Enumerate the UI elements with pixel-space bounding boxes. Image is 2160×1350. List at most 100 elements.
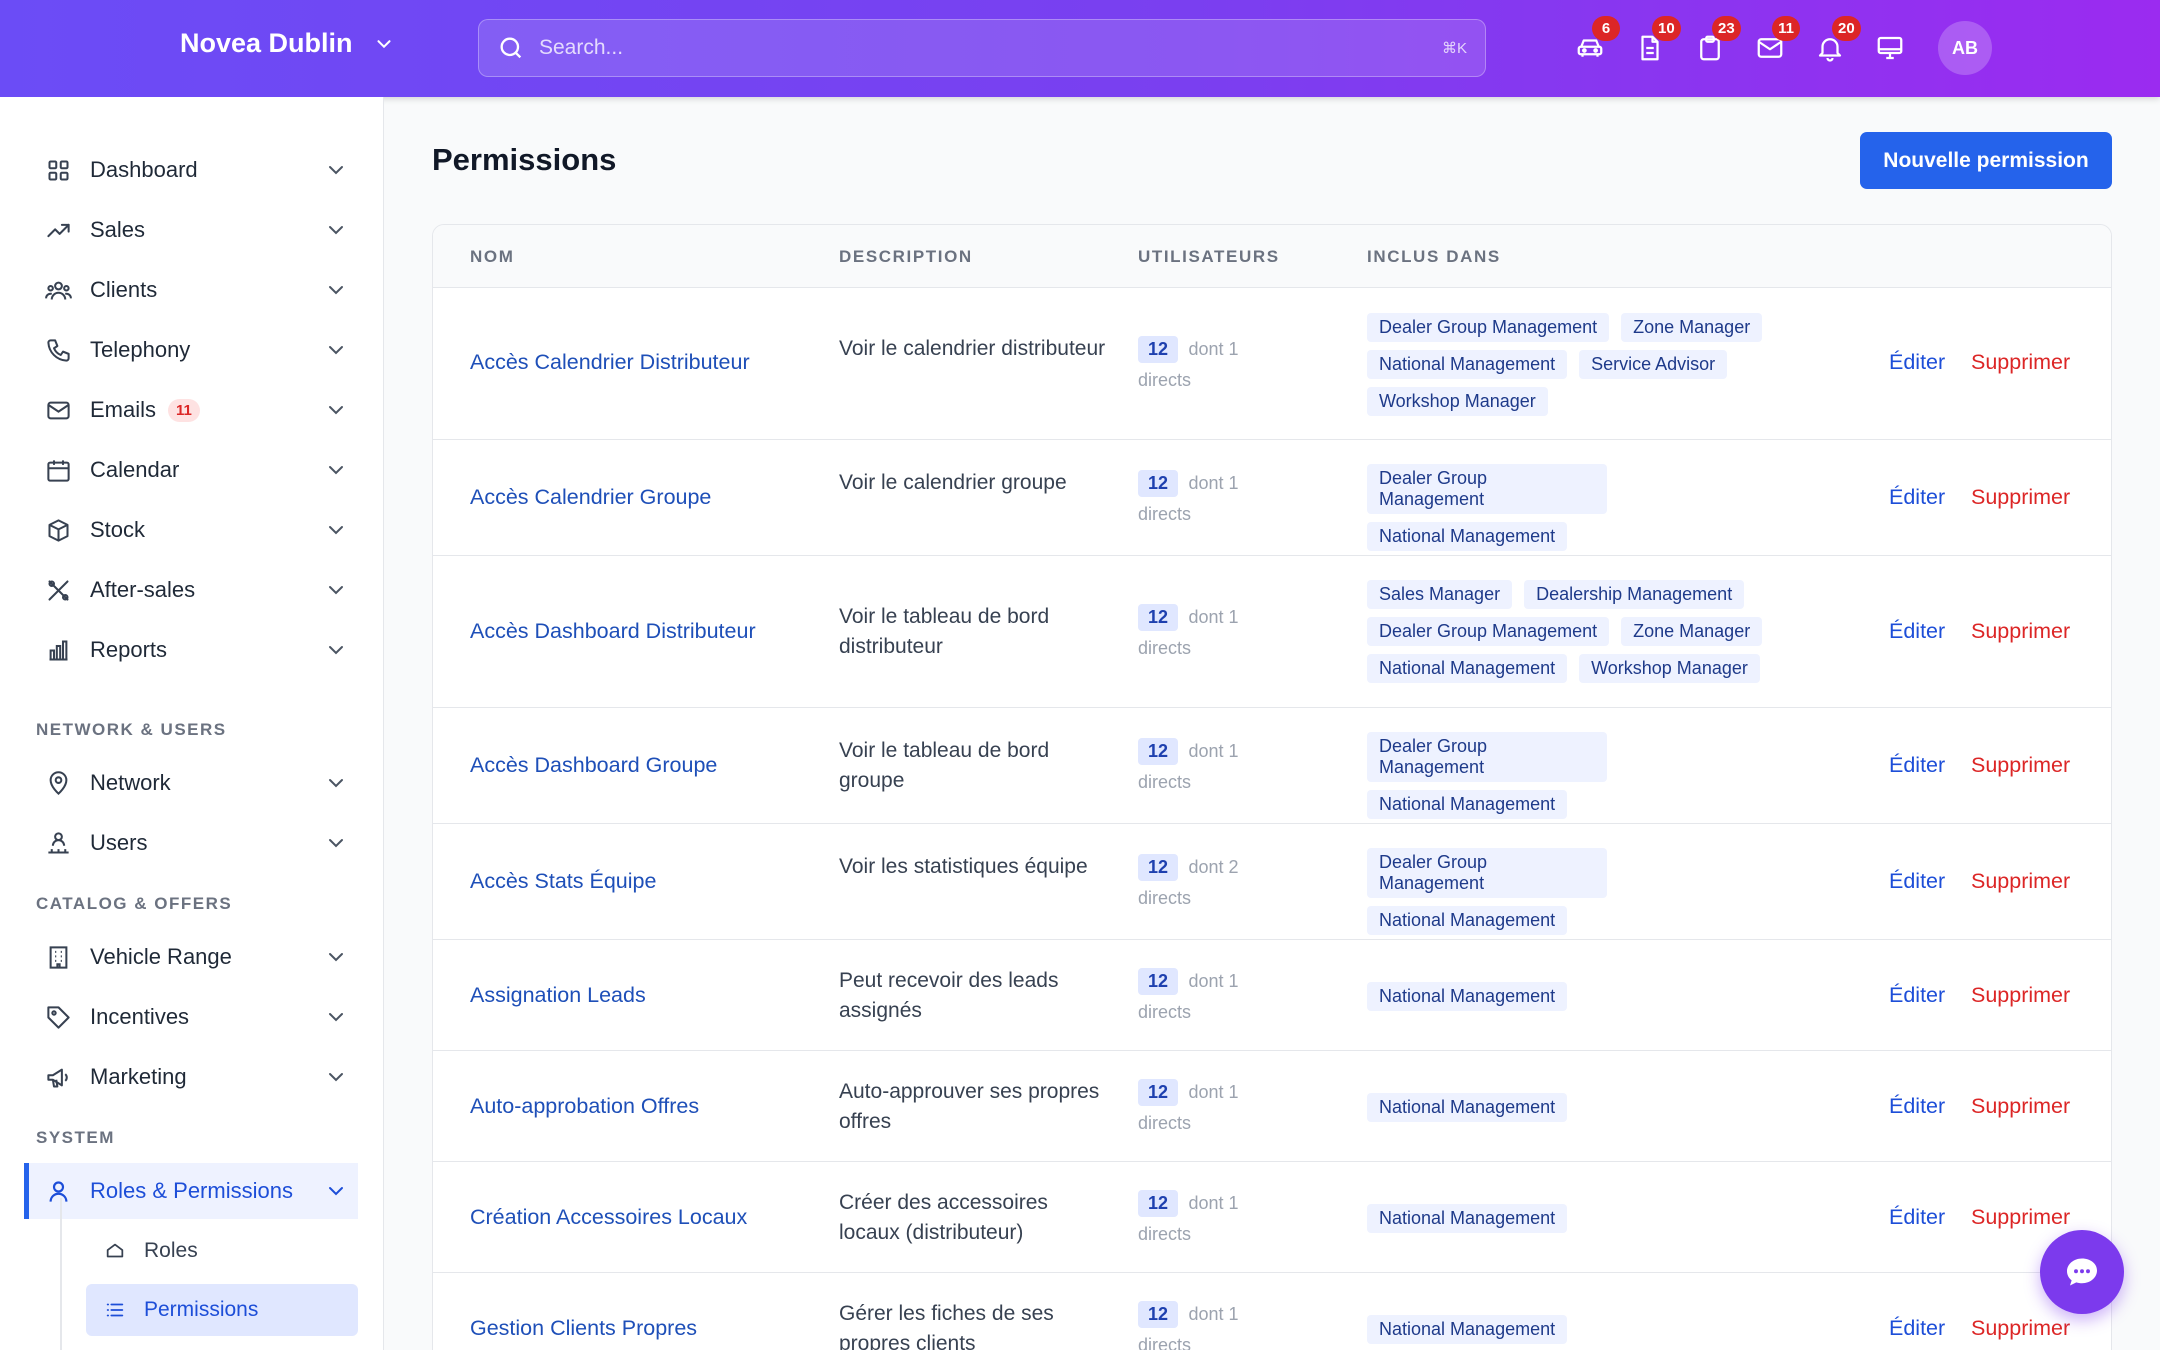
- role-tag: Dealer Group Management: [1367, 732, 1607, 782]
- role-tag: Dealer Group Management: [1367, 464, 1607, 514]
- user-network-icon: [44, 829, 72, 857]
- edit-link[interactable]: Éditer: [1889, 753, 1945, 778]
- permission-name-link[interactable]: Auto-approbation Offres: [470, 1094, 699, 1119]
- box-icon: [44, 516, 72, 544]
- dealer-switcher[interactable]: Novea Dublin: [180, 28, 395, 59]
- delete-link[interactable]: Supprimer: [1971, 1205, 2070, 1230]
- sidebar-item-stock[interactable]: Stock: [24, 502, 358, 558]
- sidebar-item-roles-permissions[interactable]: Roles & Permissions: [24, 1163, 358, 1219]
- sidebar-item-dashboard[interactable]: Dashboard: [24, 142, 358, 198]
- role-tag: Zone Manager: [1621, 313, 1763, 342]
- notifications-button[interactable]: 20: [1812, 16, 1861, 66]
- table-row: Accès Dashboard Groupe Voir le tableau d…: [433, 708, 2111, 824]
- table-row: Auto-approbation Offres Auto-approuver s…: [433, 1051, 2111, 1162]
- mail-button[interactable]: 11: [1752, 16, 1800, 66]
- display-button[interactable]: [1872, 30, 1908, 66]
- included-roles: Dealer Group Management National Managem…: [1367, 848, 1607, 935]
- permission-name-link[interactable]: Accès Dashboard Groupe: [470, 753, 717, 778]
- permission-name-link[interactable]: Accès Calendrier Groupe: [470, 485, 711, 510]
- edit-link[interactable]: Éditer: [1889, 1205, 1945, 1230]
- included-roles: National Management: [1367, 1315, 1817, 1344]
- permission-name-link[interactable]: Accès Calendrier Distributeur: [470, 350, 750, 375]
- included-roles: Dealer Group Management Zone Manager Nat…: [1367, 313, 1817, 416]
- chevron-down-icon: [329, 839, 343, 848]
- sidebar-item-sales[interactable]: Sales: [24, 202, 358, 258]
- tag-icon: [44, 1003, 72, 1031]
- included-roles: Sales Manager Dealership Management Deal…: [1367, 580, 1817, 683]
- permission-name-link[interactable]: Accès Dashboard Distributeur: [470, 619, 756, 644]
- sidebar-item-label: Roles & Permissions: [90, 1178, 293, 1203]
- new-permission-button[interactable]: Nouvelle permission: [1860, 132, 2112, 189]
- sidebar-subitem-label: Permissions: [144, 1298, 259, 1321]
- monitor-icon: [1877, 36, 1903, 60]
- delete-link[interactable]: Supprimer: [1971, 350, 2070, 375]
- chevron-down-icon: [329, 586, 343, 595]
- sidebar-subitem-label: Roles: [144, 1239, 198, 1262]
- edit-link[interactable]: Éditer: [1889, 485, 1945, 510]
- table-row: Accès Dashboard Distributeur Voir le tab…: [433, 556, 2111, 708]
- delete-link[interactable]: Supprimer: [1971, 869, 2070, 894]
- users-count-badge: 12: [1138, 854, 1179, 881]
- permission-description: Voir le calendrier groupe: [839, 471, 1067, 494]
- permission-name-link[interactable]: Accès Stats Équipe: [470, 869, 656, 894]
- user-avatar[interactable]: AB: [1938, 21, 1992, 75]
- users-count-badge: 12: [1138, 968, 1179, 995]
- edit-link[interactable]: Éditer: [1889, 1094, 1945, 1119]
- edit-link[interactable]: Éditer: [1889, 1316, 1945, 1341]
- role-tag: National Management: [1367, 1093, 1568, 1122]
- chevron-down-icon: [329, 226, 343, 235]
- sidebar-item-vehicle-range[interactable]: Vehicle Range: [24, 929, 358, 985]
- sidebar-item-emails[interactable]: Emails 11: [24, 382, 358, 438]
- sidebar-item-label: Vehicle Range: [90, 944, 232, 969]
- delete-link[interactable]: Supprimer: [1971, 485, 2070, 510]
- table-row: Assignation Leads Peut recevoir des lead…: [433, 940, 2111, 1051]
- megaphone-icon: [44, 1063, 72, 1091]
- search-input[interactable]: [539, 36, 1442, 60]
- sidebar-item-marketing[interactable]: Marketing: [24, 1049, 358, 1105]
- delete-link[interactable]: Supprimer: [1971, 1094, 2070, 1119]
- chevron-down-icon: [329, 286, 343, 295]
- permission-description: Auto-approuver ses propres offres: [839, 1080, 1100, 1133]
- sidebar-item-label: Incentives: [90, 1004, 190, 1029]
- global-search[interactable]: ⌘K: [478, 19, 1486, 77]
- car-button[interactable]: 6: [1572, 16, 1620, 66]
- sidebar-item-label: Reports: [90, 637, 168, 662]
- edit-link[interactable]: Éditer: [1889, 619, 1945, 644]
- sidebar-item-telephony[interactable]: Telephony: [24, 322, 358, 378]
- sidebar-item-users[interactable]: Users: [24, 815, 358, 871]
- role-tag: National Management: [1367, 790, 1568, 819]
- sidebar-subitem-roles[interactable]: Roles: [86, 1225, 358, 1277]
- edit-link[interactable]: Éditer: [1889, 869, 1945, 894]
- delete-link[interactable]: Supprimer: [1971, 619, 2070, 644]
- sidebar-item-after-sales[interactable]: After-sales: [24, 562, 358, 618]
- home-icon: [104, 1239, 128, 1263]
- included-roles: National Management: [1367, 982, 1817, 1011]
- included-roles: National Management: [1367, 1204, 1817, 1233]
- sidebar-item-network[interactable]: Network: [24, 755, 358, 811]
- users-count-badge: 12: [1138, 604, 1179, 631]
- permission-name-link[interactable]: Gestion Clients Propres: [470, 1316, 697, 1341]
- edit-link[interactable]: Éditer: [1889, 350, 1945, 375]
- role-tag: National Management: [1367, 982, 1568, 1011]
- users-count-badge: 12: [1138, 470, 1179, 497]
- sidebar-item-clients[interactable]: Clients: [24, 262, 358, 318]
- search-shortcut: ⌘K: [1441, 40, 1467, 57]
- sidebar-subitem-permissions[interactable]: Permissions: [86, 1284, 358, 1336]
- delete-link[interactable]: Supprimer: [1971, 753, 2070, 778]
- tasks-button[interactable]: 23: [1692, 16, 1741, 66]
- sidebar-item-calendar[interactable]: Calendar: [24, 442, 358, 498]
- sidebar-item-reports[interactable]: Reports: [24, 622, 358, 678]
- edit-link[interactable]: Éditer: [1889, 983, 1945, 1008]
- chat-button[interactable]: [2040, 1230, 2124, 1314]
- submenu-guide: [60, 1198, 62, 1350]
- delete-link[interactable]: Supprimer: [1971, 1316, 2070, 1341]
- documents-button[interactable]: 10: [1632, 16, 1681, 66]
- permission-name-link[interactable]: Création Accessoires Locaux: [470, 1205, 747, 1230]
- permission-name-link[interactable]: Assignation Leads: [470, 983, 646, 1008]
- role-tag: Sales Manager: [1367, 580, 1513, 609]
- role-tag: Dealer Group Management: [1367, 313, 1610, 342]
- users-count: 12 dont 1 directs: [1138, 468, 1278, 530]
- delete-link[interactable]: Supprimer: [1971, 983, 2070, 1008]
- sidebar-item-incentives[interactable]: Incentives: [24, 989, 358, 1045]
- documents-badge: 10: [1652, 16, 1681, 41]
